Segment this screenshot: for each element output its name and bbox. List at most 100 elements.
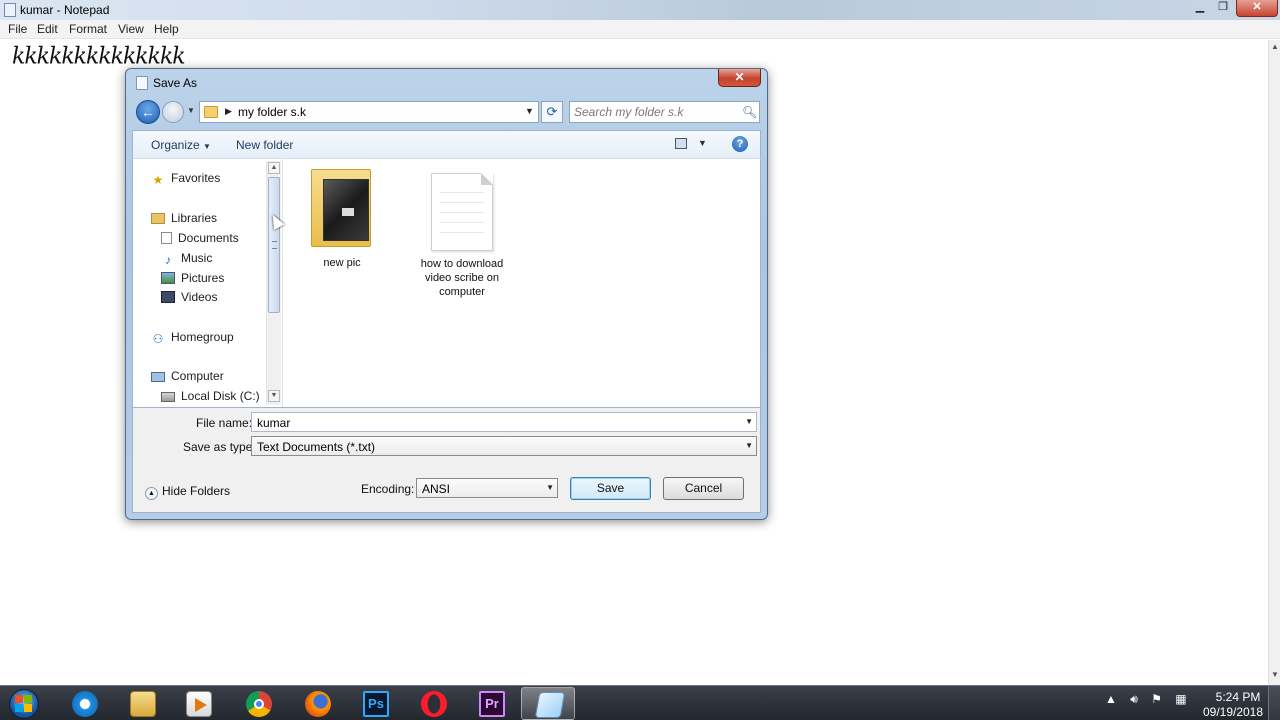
taskbar-internet-explorer[interactable]: [57, 687, 111, 720]
taskbar-firefox[interactable]: [290, 687, 344, 720]
chevron-down-icon: ▼: [203, 142, 211, 151]
back-button[interactable]: ←: [136, 100, 160, 124]
breadcrumb-arrow-icon[interactable]: ▶: [225, 106, 232, 117]
menu-format[interactable]: Format: [69, 22, 107, 36]
nav-computer[interactable]: Computer: [151, 369, 224, 383]
organize-button[interactable]: Organize ▼: [151, 138, 211, 152]
page-line: [440, 202, 484, 203]
videos-icon: [161, 291, 175, 303]
clock-date[interactable]: 09/19/2018: [1198, 705, 1268, 719]
nav-computer-label: Computer: [171, 369, 224, 383]
taskbar-media-player[interactable]: [171, 687, 225, 720]
menu-bar: File Edit Format View Help: [0, 20, 1280, 39]
show-hidden-icons-icon[interactable]: ▲: [1105, 692, 1117, 706]
editor-scrollbar[interactable]: ▲ ▼: [1268, 40, 1280, 685]
notepad-titlebar[interactable]: kumar - Notepad ▁ ❐ ✕: [0, 0, 1280, 20]
taskbar-notepad[interactable]: [521, 687, 575, 720]
address-dropdown-icon[interactable]: ▼: [525, 106, 534, 116]
nav-pictures[interactable]: Pictures: [161, 271, 224, 285]
computer-icon: [151, 372, 165, 382]
breadcrumb-current-folder[interactable]: my folder s.k: [238, 105, 306, 119]
save-button[interactable]: Save: [570, 477, 651, 500]
refresh-button[interactable]: ⟳: [541, 101, 563, 123]
taskbar-chrome[interactable]: [231, 687, 285, 720]
folder-new-pic-icon[interactable]: [311, 169, 373, 249]
show-desktop-button[interactable]: [1268, 686, 1280, 720]
scrollbar-thumb[interactable]: [268, 177, 280, 313]
nav-videos[interactable]: Videos: [161, 290, 217, 304]
nav-local-disk-label: Local Disk (C:): [181, 389, 260, 403]
address-bar[interactable]: ▶ my folder s.k ▼: [199, 101, 539, 123]
action-center-flag-icon[interactable]: ⚑: [1151, 692, 1162, 706]
nav-favorites-label: Favorites: [171, 171, 221, 185]
windows-logo-icon: [15, 695, 33, 713]
taskbar: Ps Pr ▲ 🔊︎ ⚑ ▦ 5:24 PM 09/19/2018: [0, 685, 1280, 720]
encoding-select[interactable]: ANSI ▼: [416, 478, 558, 498]
nav-videos-label: Videos: [181, 290, 218, 304]
scroll-down-arrow-icon[interactable]: ▼: [268, 390, 280, 402]
document-label[interactable]: how to download video scribe on computer: [412, 257, 512, 299]
documents-icon: [161, 232, 172, 244]
nav-documents-label: Documents: [178, 231, 239, 245]
nav-pane-scrollbar[interactable]: ▲ ▼: [266, 161, 281, 405]
forward-button[interactable]: [162, 101, 184, 123]
scrollbar-grip: [272, 241, 277, 249]
start-button[interactable]: [4, 687, 44, 720]
page-line: [440, 212, 484, 213]
taskbar-photoshop[interactable]: Ps: [348, 687, 402, 720]
save-as-type-dropdown-icon[interactable]: ▼: [745, 441, 753, 450]
maximize-button[interactable]: ❐: [1212, 0, 1234, 17]
new-folder-button[interactable]: New folder: [236, 138, 293, 152]
help-icon[interactable]: ?: [732, 136, 748, 152]
scroll-up-arrow-icon[interactable]: ▲: [1270, 42, 1280, 52]
view-options-dropdown-icon[interactable]: ▼: [698, 138, 707, 148]
scroll-up-arrow-icon[interactable]: ▲: [268, 162, 280, 174]
hide-folders-button[interactable]: ▲ Hide Folders: [145, 484, 230, 500]
taskbar-file-explorer[interactable]: [115, 687, 169, 720]
menu-view[interactable]: View: [118, 22, 144, 36]
change-view-icon[interactable]: [675, 138, 687, 149]
file-name-value[interactable]: kumar: [257, 416, 290, 430]
nav-favorites[interactable]: ★ Favorites: [151, 171, 221, 187]
notepad-icon: [534, 692, 566, 718]
taskbar-premiere[interactable]: Pr: [464, 687, 518, 720]
menu-edit[interactable]: Edit: [37, 22, 58, 36]
menu-help[interactable]: Help: [154, 22, 179, 36]
recent-locations-dropdown-icon[interactable]: ▼: [187, 106, 195, 115]
nav-libraries-label: Libraries: [171, 211, 218, 225]
taskbar-opera[interactable]: [406, 687, 460, 720]
search-icon[interactable]: 🔍︎: [742, 105, 757, 119]
minimize-button[interactable]: ▁: [1188, 0, 1212, 17]
nav-homegroup-label: Homegroup: [171, 330, 234, 344]
dialog-close-button[interactable]: ✕: [718, 69, 761, 87]
file-name-field[interactable]: kumar ▼: [251, 412, 757, 432]
nav-documents[interactable]: Documents: [161, 231, 239, 245]
organize-label: Organize: [151, 138, 200, 152]
firefox-icon: [305, 691, 331, 717]
folder-new-pic-label[interactable]: new pic: [309, 257, 375, 269]
network-icon[interactable]: ▦: [1175, 692, 1186, 706]
cancel-button[interactable]: Cancel: [663, 477, 744, 500]
clock-time[interactable]: 5:24 PM: [1208, 690, 1268, 704]
save-as-type-value: Text Documents (*.txt): [257, 440, 376, 454]
nav-libraries[interactable]: Libraries: [151, 211, 217, 225]
play-icon: [195, 698, 207, 712]
search-input[interactable]: [574, 104, 734, 120]
search-box[interactable]: 🔍︎: [569, 101, 760, 123]
close-button[interactable]: ✕: [1236, 0, 1278, 17]
nav-homegroup[interactable]: ⚇ Homegroup: [151, 330, 234, 345]
chrome-icon: [246, 691, 272, 717]
encoding-dropdown-icon[interactable]: ▼: [546, 483, 554, 492]
text-document-icon[interactable]: [431, 173, 493, 251]
file-name-dropdown-icon[interactable]: ▼: [745, 417, 753, 426]
nav-local-disk[interactable]: Local Disk (C:): [161, 389, 260, 403]
menu-file[interactable]: File: [8, 22, 27, 36]
encoding-value: ANSI: [422, 482, 451, 496]
volume-icon[interactable]: 🔊︎: [1130, 692, 1138, 706]
save-as-type-select[interactable]: Text Documents (*.txt) ▼: [251, 436, 757, 456]
premiere-label: Pr: [485, 696, 499, 711]
scroll-down-arrow-icon[interactable]: ▼: [1270, 670, 1280, 680]
internet-explorer-icon: [72, 691, 98, 717]
nav-music[interactable]: ♪ Music: [161, 251, 212, 266]
star-icon: ★: [152, 173, 164, 187]
